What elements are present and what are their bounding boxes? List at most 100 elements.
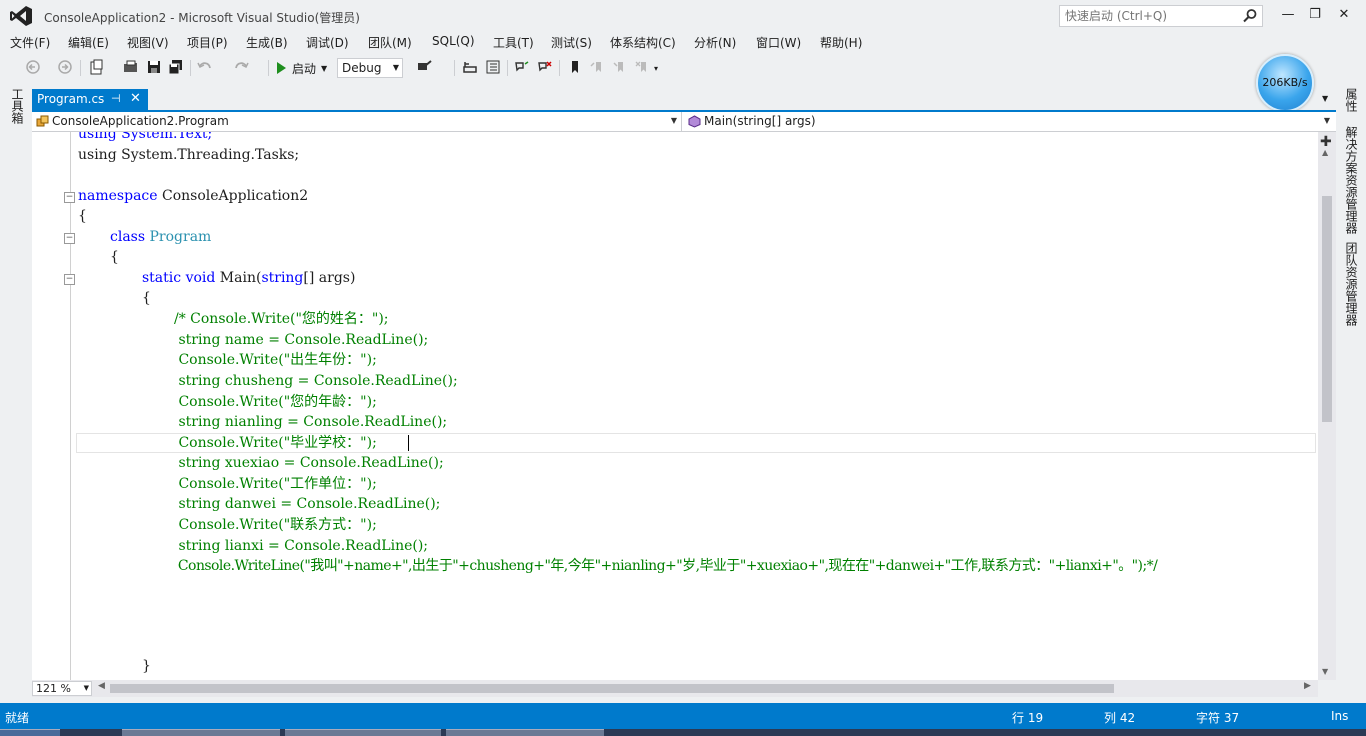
- code-line: Console.WriteLine("我叫"+name+",出生于"+chush…: [174, 558, 1158, 574]
- menu-tools[interactable]: 工具(T): [493, 34, 534, 51]
- code-line: Console.Write("毕业学校：");: [174, 435, 377, 451]
- next-bookmark-icon[interactable]: [611, 58, 629, 76]
- scroll-down-icon[interactable]: ▼: [1322, 667, 1328, 676]
- visual-studio-logo-icon: [10, 6, 32, 26]
- properties-window-icon[interactable]: [484, 58, 502, 76]
- horizontal-scrollbar[interactable]: 121 % ▼ ◀ ▶: [32, 680, 1318, 697]
- close-icon[interactable]: ✕: [130, 89, 141, 109]
- configuration-value: Debug: [342, 61, 382, 75]
- solution-explorer-icon[interactable]: [461, 58, 479, 76]
- code-line: string danwei = Console.ReadLine();: [174, 496, 441, 512]
- collapse-icon[interactable]: −: [64, 274, 75, 285]
- clear-bookmarks-icon[interactable]: [634, 58, 652, 76]
- code-line: }: [142, 658, 151, 674]
- type-scope-value: ConsoleApplication2.Program: [52, 114, 229, 128]
- taskbar-button[interactable]: [285, 729, 441, 736]
- toolbar-overflow-icon[interactable]: ▾: [654, 64, 672, 82]
- menu-analyze[interactable]: 分析(N): [694, 34, 736, 51]
- undo-icon[interactable]: [196, 58, 214, 76]
- close-button[interactable]: ✕: [1332, 4, 1356, 26]
- menu-debug[interactable]: 调试(D): [306, 34, 349, 51]
- code-line: {: [110, 249, 119, 265]
- document-tab-program-cs[interactable]: Program.cs ⊣ ✕: [32, 89, 148, 110]
- pin-icon[interactable]: ⊣: [111, 89, 121, 109]
- start-orb[interactable]: [0, 729, 60, 736]
- code-line: string xuexiao = Console.ReadLine();: [174, 455, 444, 471]
- team-explorer-tab[interactable]: 团队资源管理器: [1343, 242, 1360, 326]
- start-debugging-button[interactable]: 启动 ▼: [275, 58, 327, 78]
- class-icon: [36, 115, 49, 127]
- code-line: Console.Write("工作单位：");: [174, 476, 377, 492]
- vertical-scroll-thumb[interactable]: [1322, 196, 1332, 422]
- scroll-right-icon[interactable]: ▶: [1304, 681, 1311, 691]
- code-line: string chusheng = Console.ReadLine();: [174, 373, 458, 389]
- open-file-icon[interactable]: [122, 58, 140, 76]
- scroll-left-icon[interactable]: ◀: [98, 681, 105, 691]
- standard-toolbar: 启动 ▼ Debug ▼ ▾: [0, 55, 1366, 81]
- save-all-icon[interactable]: [167, 58, 185, 76]
- code-line: Console.Write("您的年龄：");: [174, 394, 377, 410]
- zoom-value: 121 %: [36, 682, 71, 695]
- comment-icon[interactable]: [513, 58, 531, 76]
- menu-test[interactable]: 测试(S): [551, 34, 592, 51]
- navigate-forward-icon[interactable]: [56, 58, 74, 76]
- bookmark-icon[interactable]: [566, 58, 584, 76]
- code-line: using System.Threading.Tasks;: [78, 147, 300, 163]
- save-icon[interactable]: [145, 58, 163, 76]
- collapse-icon[interactable]: −: [64, 233, 75, 244]
- minimize-button[interactable]: —: [1276, 4, 1300, 26]
- scroll-up-icon[interactable]: ▲: [1322, 148, 1328, 157]
- find-in-files-icon[interactable]: [416, 58, 434, 76]
- solution-explorer-tab[interactable]: 解决方案资源管理器: [1343, 126, 1360, 234]
- taskbar-button[interactable]: [446, 729, 604, 736]
- redo-icon[interactable]: [232, 58, 250, 76]
- taskbar-button[interactable]: [122, 729, 280, 736]
- solution-configuration-select[interactable]: Debug ▼: [337, 58, 403, 78]
- code-line: string nianling = Console.ReadLine();: [174, 414, 448, 430]
- vertical-scrollbar[interactable]: [1318, 132, 1336, 680]
- previous-bookmark-icon[interactable]: [589, 58, 607, 76]
- properties-tab[interactable]: 属性: [1343, 88, 1360, 112]
- toolbox-tab[interactable]: 工具箱: [9, 88, 26, 124]
- member-scope-value: Main(string[] args): [704, 114, 816, 128]
- menu-edit[interactable]: 编辑(E): [68, 34, 109, 51]
- restore-button[interactable]: ❐: [1303, 4, 1327, 26]
- menu-window[interactable]: 窗口(W): [756, 34, 801, 51]
- code-line: /* Console.Write("您的姓名：");: [174, 311, 389, 327]
- type-scope-dropdown[interactable]: ConsoleApplication2.Program ▼: [32, 112, 682, 131]
- quick-launch-input[interactable]: [1060, 6, 1236, 26]
- document-tab-label: Program.cs: [37, 92, 105, 106]
- menu-architecture[interactable]: 体系结构(C): [610, 34, 676, 51]
- menu-sql[interactable]: SQL(Q): [432, 34, 475, 48]
- member-scope-dropdown[interactable]: Main(string[] args) ▼: [684, 112, 1334, 131]
- menu-build[interactable]: 生成(B): [246, 34, 288, 51]
- new-project-icon[interactable]: [88, 58, 106, 76]
- code-line: {: [78, 208, 87, 224]
- menu-project[interactable]: 项目(P): [187, 34, 228, 51]
- chevron-down-icon: ▼: [321, 63, 328, 73]
- tab-list-dropdown-icon[interactable]: ▼: [1322, 94, 1328, 103]
- menu-file[interactable]: 文件(F): [10, 34, 50, 51]
- quick-launch-box[interactable]: [1059, 5, 1263, 27]
- status-line: 行 19: [1012, 711, 1044, 725]
- play-icon: [277, 62, 286, 74]
- code-line: static void Main(string[] args): [142, 270, 356, 286]
- horizontal-scroll-thumb[interactable]: [110, 684, 1114, 693]
- menu-bar: 文件(F) 编辑(E) 视图(V) 项目(P) 生成(B) 调试(D) 团队(M…: [0, 32, 1366, 52]
- menu-view[interactable]: 视图(V): [127, 34, 169, 51]
- right-tool-strip: 属性 解决方案资源管理器 团队资源管理器: [1336, 84, 1366, 704]
- uncomment-icon[interactable]: [536, 58, 554, 76]
- menu-team[interactable]: 团队(M): [368, 34, 412, 51]
- outline-margin: [70, 132, 71, 680]
- menu-help[interactable]: 帮助(H): [820, 34, 862, 51]
- status-bar: 就绪 行 19 列 42 字符 37 Ins: [0, 703, 1366, 729]
- network-speed-widget[interactable]: 206KB/s: [1256, 54, 1314, 112]
- collapse-icon[interactable]: −: [64, 192, 75, 203]
- navigate-back-icon[interactable]: [24, 58, 42, 76]
- chevron-down-icon: ▼: [670, 116, 677, 125]
- search-icon[interactable]: [1242, 8, 1258, 24]
- code-editor[interactable]: using System.Text; using System.Threadin…: [32, 132, 1318, 680]
- code-line: using System.Text;: [78, 132, 213, 142]
- status-column: 列 42: [1104, 711, 1136, 725]
- zoom-level-select[interactable]: 121 % ▼: [32, 681, 92, 696]
